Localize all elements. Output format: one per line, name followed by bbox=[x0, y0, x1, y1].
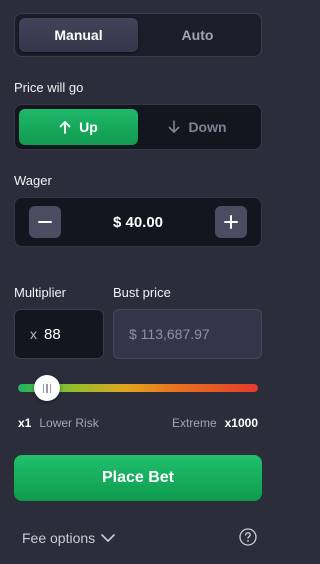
tab-manual[interactable]: Manual bbox=[19, 18, 138, 52]
direction-toggle: Up Down bbox=[14, 104, 262, 150]
bust-price-label: Bust price bbox=[113, 285, 171, 300]
mode-toggle: Manual Auto bbox=[14, 13, 262, 57]
risk-max-value: x1000 bbox=[224, 416, 258, 430]
arrow-down-icon bbox=[169, 120, 180, 133]
multiplier-prefix: x bbox=[30, 326, 37, 342]
decrease-wager-button[interactable] bbox=[29, 206, 61, 238]
arrow-up-icon bbox=[59, 121, 71, 134]
wager-input[interactable]: $ 40.00 bbox=[113, 214, 163, 231]
risk-max-label: Extreme bbox=[171, 416, 217, 430]
down-button[interactable]: Down bbox=[138, 109, 257, 145]
fee-options-label: Fee options bbox=[22, 530, 96, 546]
risk-min-value: x1 bbox=[18, 416, 32, 430]
place-bet-button[interactable]: Place Bet bbox=[14, 455, 262, 501]
chevron-down-icon bbox=[101, 533, 115, 542]
multiplier-value: 88 bbox=[44, 325, 61, 343]
up-label: Up bbox=[79, 119, 98, 135]
wager-field: $ 40.00 bbox=[14, 197, 262, 247]
tab-auto[interactable]: Auto bbox=[138, 18, 257, 52]
down-label: Down bbox=[188, 119, 227, 135]
risk-max: Extreme x1000 bbox=[172, 416, 258, 430]
bust-price-field: $ 113,687.97 bbox=[113, 309, 262, 359]
increase-wager-button[interactable] bbox=[214, 206, 247, 238]
help-icon[interactable] bbox=[239, 528, 257, 546]
risk-min-label: Lower Risk bbox=[39, 416, 99, 430]
direction-label: Price will go bbox=[14, 80, 84, 95]
wager-label: Wager bbox=[14, 173, 52, 188]
up-button[interactable]: Up bbox=[19, 109, 138, 145]
risk-min: x1 Lower Risk bbox=[18, 416, 99, 430]
fee-options-toggle[interactable]: Fee options bbox=[22, 530, 115, 546]
minus-icon bbox=[38, 221, 52, 223]
multiplier-input[interactable]: x 88 bbox=[14, 309, 104, 359]
bust-price-value: $ 113,687.97 bbox=[129, 326, 210, 342]
risk-slider-handle[interactable] bbox=[33, 375, 60, 401]
multiplier-label: Multiplier bbox=[14, 285, 67, 300]
plus-icon bbox=[223, 215, 238, 229]
